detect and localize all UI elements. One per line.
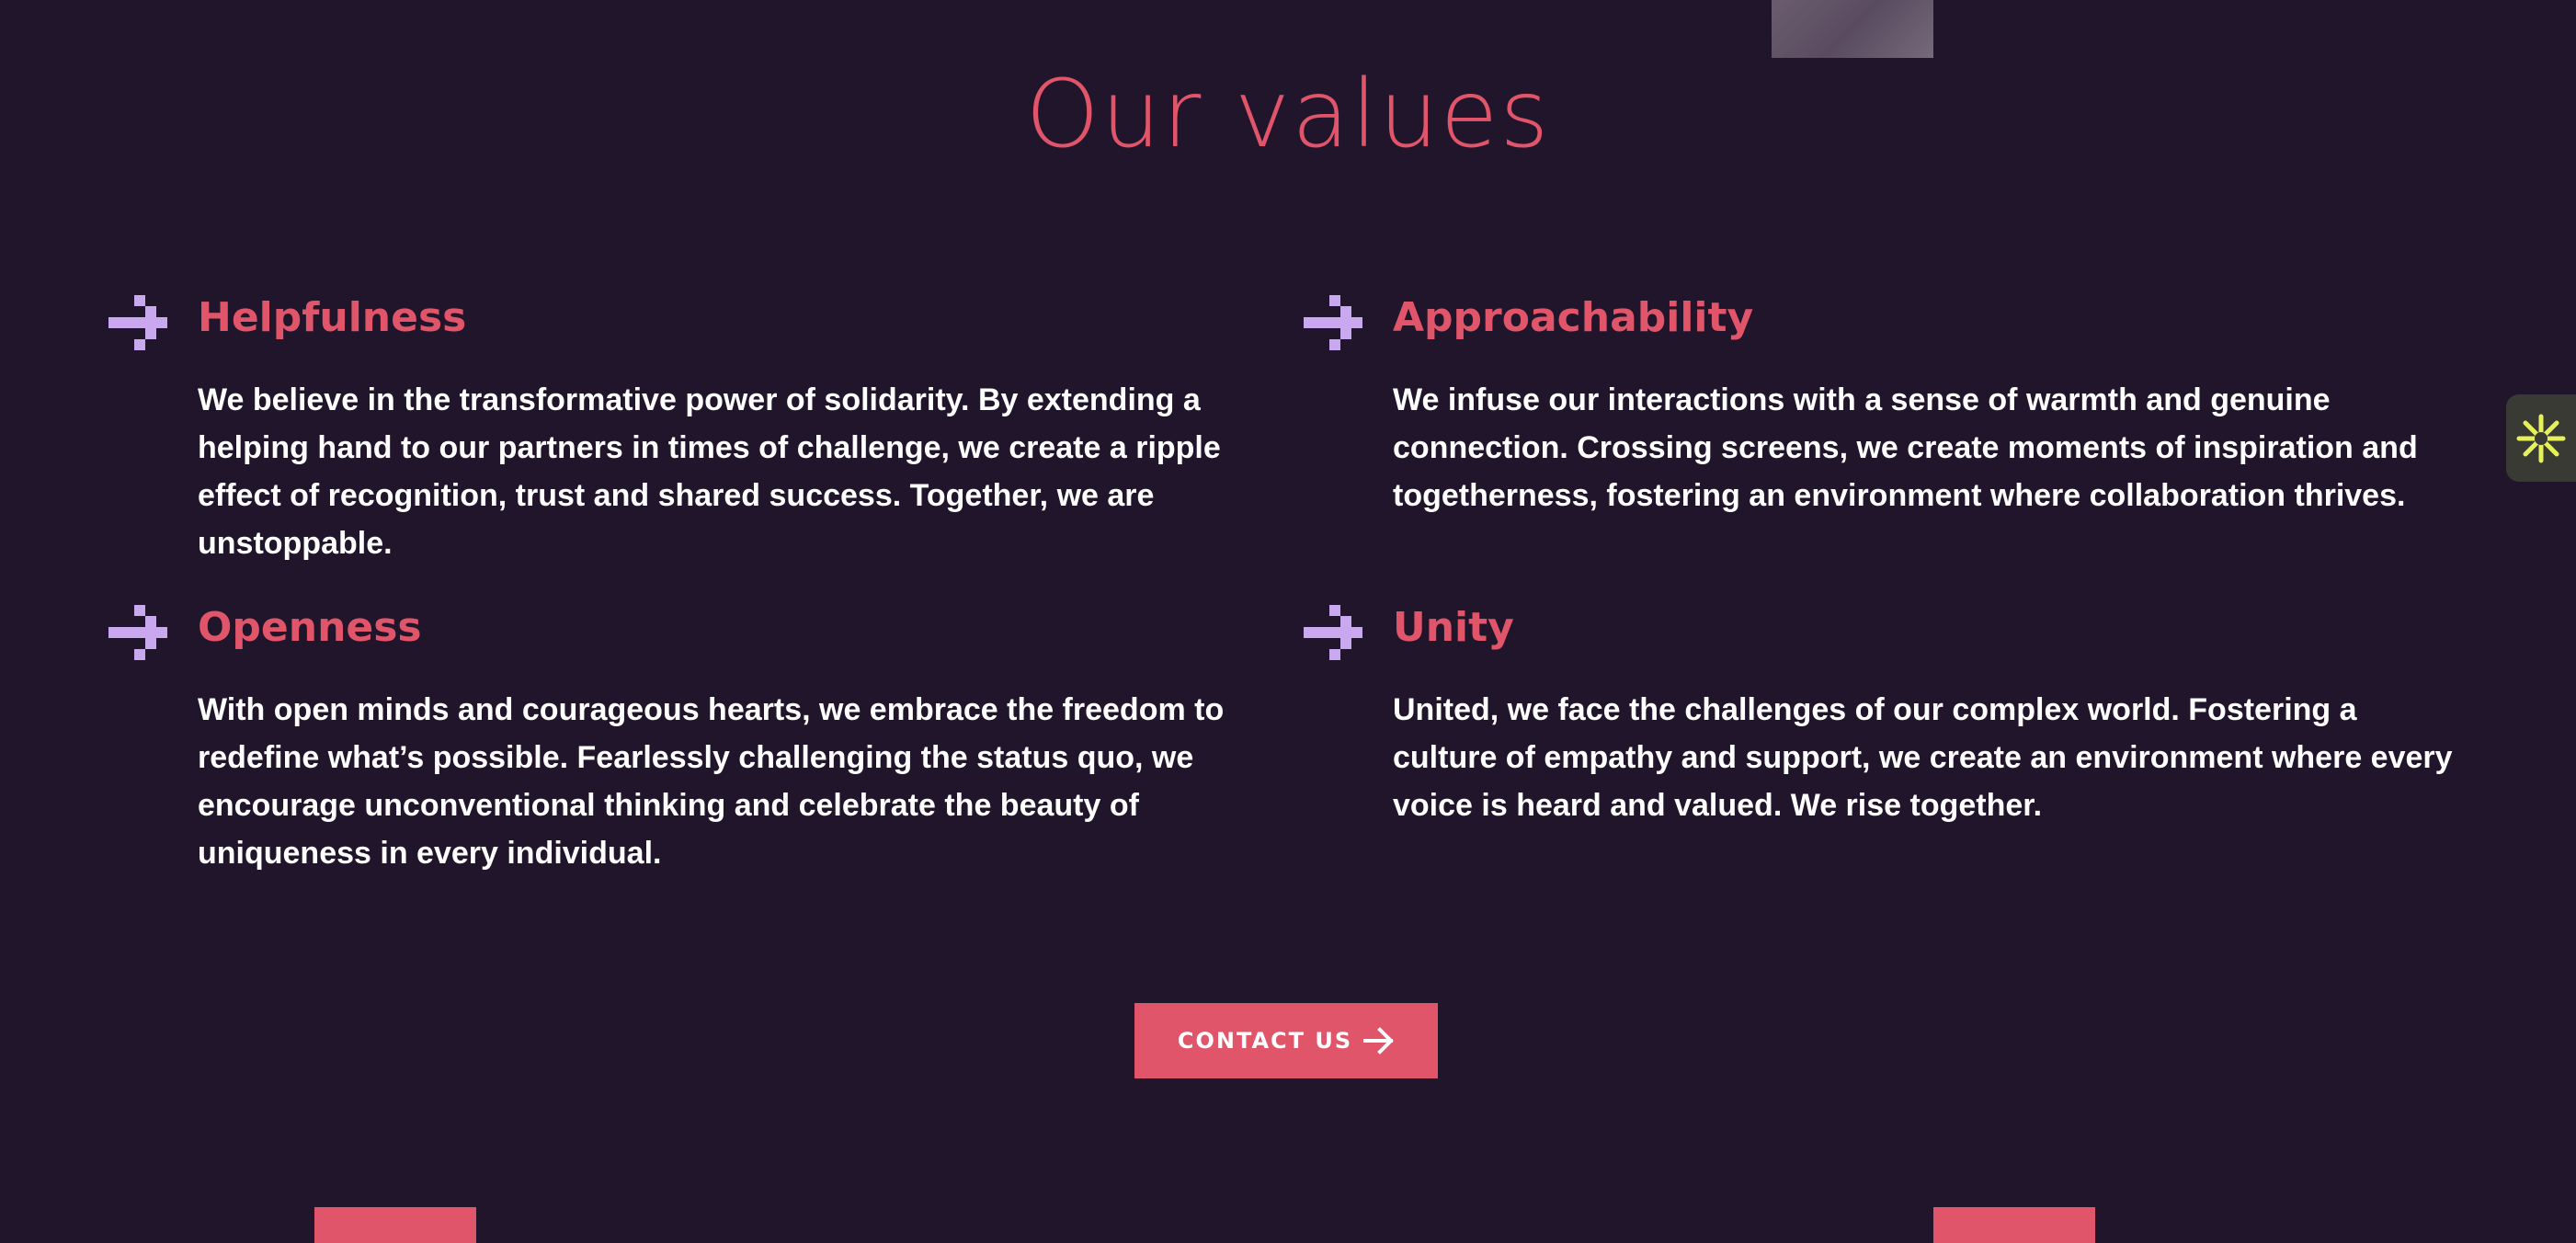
value-title: Helpfulness [198, 294, 467, 341]
floating-widget-button[interactable] [2506, 394, 2576, 482]
arrow-right-pixel-icon [1304, 605, 1362, 660]
arrow-right-pixel-icon [1304, 295, 1362, 350]
decorative-tab [314, 1207, 476, 1243]
asterisk-icon [2516, 414, 2566, 462]
value-description: We believe in the transformative power o… [198, 382, 1221, 561]
value-title: Unity [1393, 604, 1514, 651]
value-title: Approachability [1393, 294, 1754, 341]
arrow-right-pixel-icon [108, 605, 167, 660]
contact-us-label: CONTACT US [1177, 1028, 1353, 1054]
decorative-photo [1772, 0, 1933, 58]
value-description: We infuse our interactions with a sense … [1393, 382, 2418, 513]
contact-us-button[interactable]: CONTACT US [1134, 1003, 1438, 1078]
page-title: Our values [1025, 60, 1551, 169]
arrow-right-icon [1363, 1027, 1394, 1055]
value-description: With open minds and courageous hearts, w… [198, 692, 1225, 871]
value-title: Openness [198, 604, 422, 651]
value-description: United, we face the challenges of our co… [1393, 692, 2453, 823]
decorative-tab [1933, 1207, 2095, 1243]
arrow-right-pixel-icon [108, 295, 167, 350]
